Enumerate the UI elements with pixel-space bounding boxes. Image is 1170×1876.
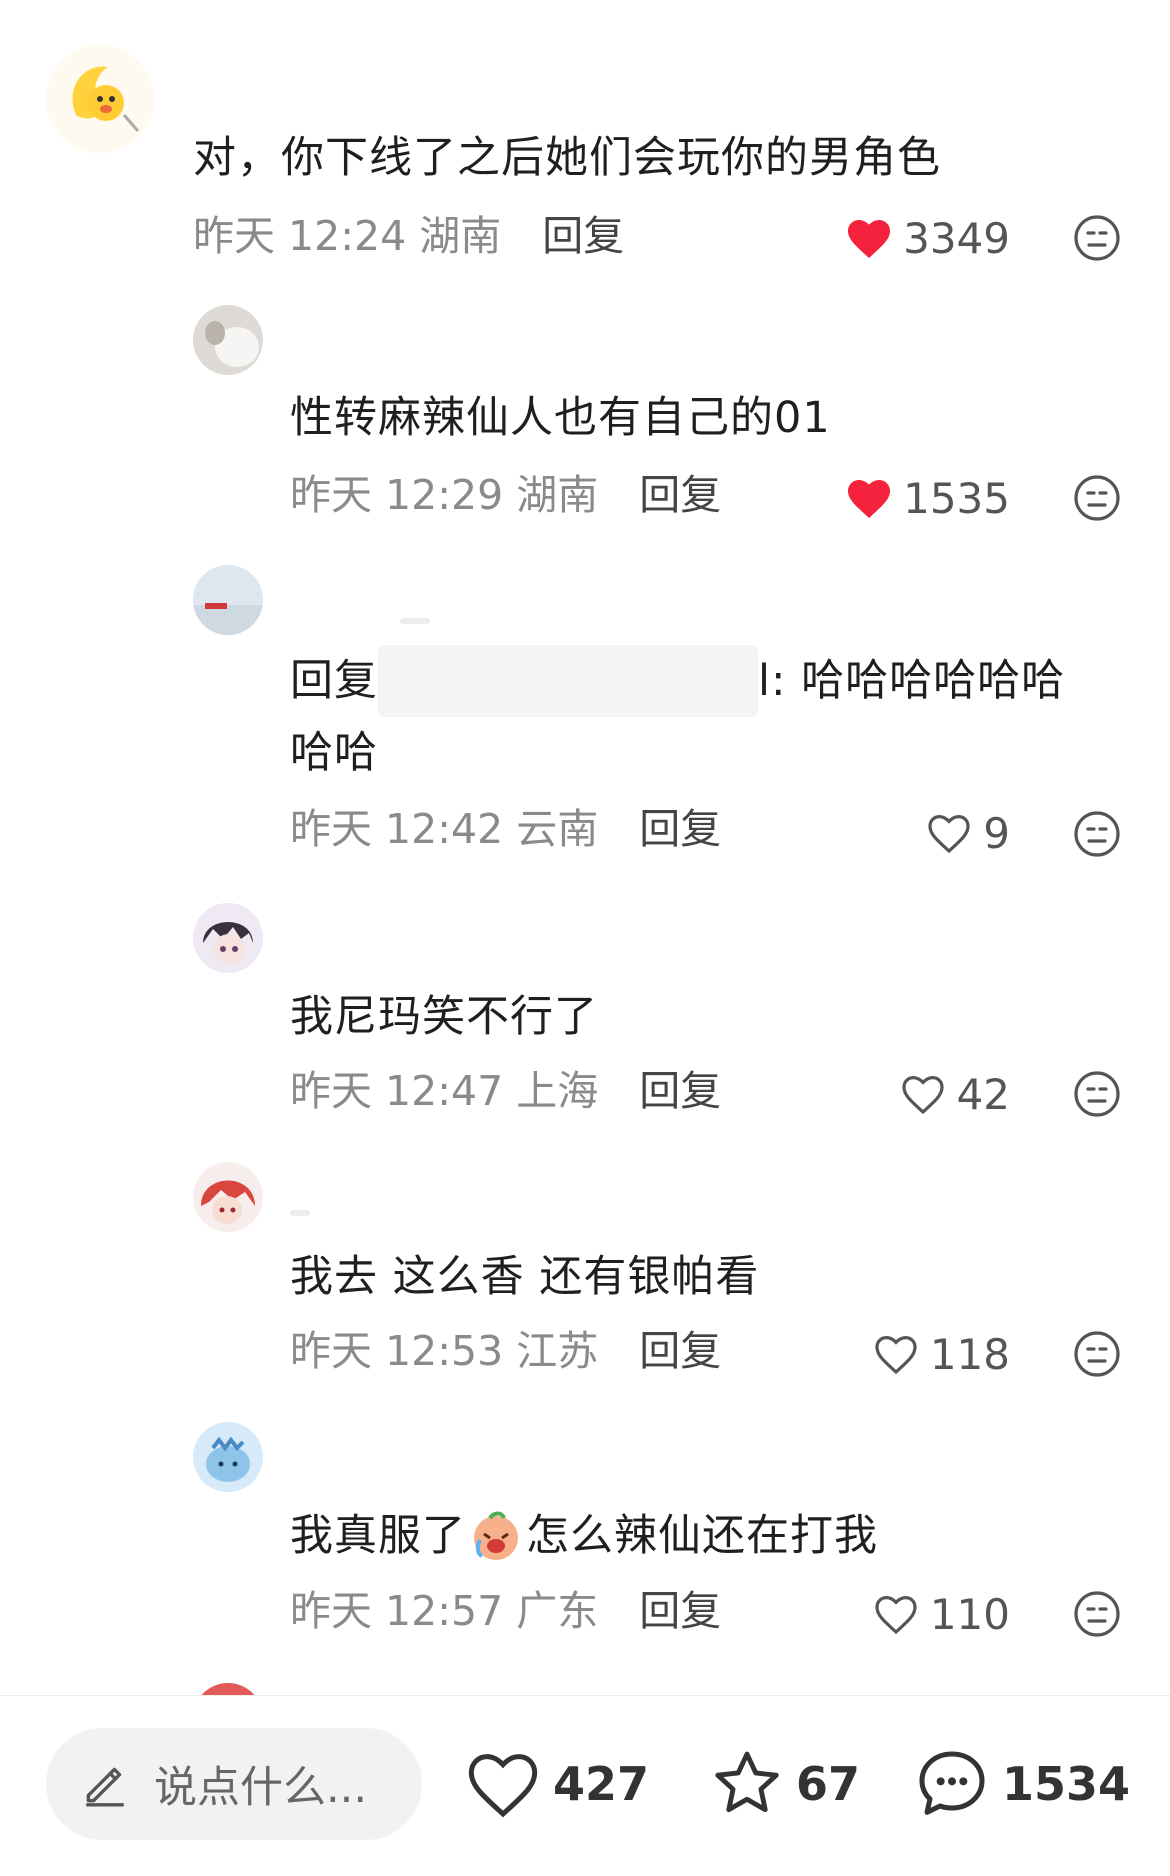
comment-count: 1534 (1002, 1757, 1131, 1811)
comment-location: 江苏 (516, 1327, 599, 1375)
comment-location: 云南 (516, 805, 599, 853)
dislike-face-icon[interactable] (1073, 810, 1121, 858)
like-button[interactable]: 118 (780, 1324, 1010, 1384)
comment-text: 性转麻辣仙人也有自己的01 (290, 393, 831, 443)
comment-time: 昨天 12:47 (290, 1067, 504, 1115)
like-count: 3349 (903, 213, 1010, 263)
comment-input[interactable]: 说点什么... (46, 1728, 422, 1840)
comment-meta: 昨天 12:57 广东 回复 (290, 1586, 721, 1636)
comment-time: 昨天 12:42 (290, 805, 504, 853)
favorite-button[interactable]: 67 (708, 1736, 860, 1832)
like-button[interactable]: 3349 (780, 208, 1010, 268)
heart-filled-icon (848, 480, 891, 518)
reply-button[interactable]: 回复 (639, 1587, 721, 1635)
comment-meta: 昨天 12:24 湖南 回复 (193, 211, 624, 261)
reply-button[interactable]: 回复 (639, 805, 721, 853)
like-count: 1535 (903, 473, 1010, 523)
like-count: 118 (929, 1329, 1010, 1379)
comment-meta: 昨天 12:53 江苏 回复 (290, 1326, 721, 1376)
username-redacted (290, 1210, 310, 1216)
favorite-count: 67 (796, 1757, 861, 1811)
comment-meta: 昨天 12:47 上海 回复 (290, 1066, 721, 1116)
comment-location: 湖南 (419, 212, 502, 260)
username-redacted (400, 618, 430, 624)
reply-button[interactable]: 回复 (639, 1067, 721, 1115)
comment-meta: 昨天 12:42 云南 回复 (290, 804, 721, 854)
reply-button[interactable]: 回复 (639, 1327, 721, 1375)
heart-outline-icon (875, 1595, 917, 1635)
reply-prefix: 回复 (290, 656, 378, 706)
star-outline-icon (715, 1751, 779, 1813)
comment-text: 回复 l: 哈哈哈哈哈哈 (290, 645, 1110, 717)
post-like-count: 427 (553, 1757, 650, 1811)
avatar[interactable] (46, 45, 154, 153)
reply-button[interactable]: 回复 (639, 471, 721, 519)
comment-text: 我尼玛笑不行了 (290, 992, 598, 1042)
avatar[interactable] (193, 1422, 263, 1492)
comment-time: 昨天 12:29 (290, 471, 504, 519)
like-button[interactable]: 110 (780, 1584, 1010, 1644)
dislike-face-icon[interactable] (1073, 1590, 1121, 1638)
comment-time: 昨天 12:24 (193, 212, 407, 260)
avatar[interactable] (193, 1162, 263, 1232)
heart-outline-icon (875, 1335, 917, 1375)
like-count: 110 (929, 1589, 1010, 1639)
like-button[interactable]: 1535 (780, 468, 1010, 528)
dislike-face-icon[interactable] (1073, 1330, 1121, 1378)
comment-text: 我真服了 怎么辣仙还在打我 (290, 1500, 878, 1572)
comment-meta: 昨天 12:29 湖南 回复 (290, 470, 721, 520)
comment-location: 广东 (516, 1587, 599, 1635)
crying-emoji-icon (474, 1511, 518, 1560)
heart-outline-icon (901, 1075, 944, 1115)
heart-filled-icon (848, 220, 891, 258)
heart-outline-icon (468, 1754, 538, 1818)
comment-text-line2: 哈哈 (290, 728, 378, 778)
bottom-action-bar: 说点什么... 427 67 1534 (0, 1695, 1170, 1876)
comment-location: 上海 (516, 1067, 599, 1115)
reply-button[interactable]: 回复 (542, 212, 624, 260)
comment-text-tail: l: 哈哈哈哈哈哈 (758, 656, 1066, 706)
comment-text-after: 怎么辣仙还在打我 (526, 1511, 878, 1561)
avatar[interactable] (193, 903, 263, 973)
dislike-face-icon[interactable] (1073, 1070, 1121, 1118)
dislike-face-icon[interactable] (1073, 474, 1121, 522)
comment-location: 湖南 (516, 471, 599, 519)
comment-text: 对，你下线了之后她们会玩你的男角色 (193, 133, 941, 183)
comment-time: 昨天 12:57 (290, 1587, 504, 1635)
chat-bubble-icon (919, 1751, 985, 1815)
comment-time: 昨天 12:53 (290, 1327, 504, 1375)
redacted-name (378, 645, 758, 717)
avatar[interactable] (193, 565, 263, 635)
like-button[interactable]: 9 (780, 803, 1010, 863)
comment-text-before: 我真服了 (290, 1511, 466, 1561)
like-post-button[interactable]: 427 (463, 1736, 649, 1832)
comment-input-placeholder: 说点什么... (154, 1763, 368, 1813)
comments-button[interactable]: 1534 (912, 1736, 1130, 1832)
like-button[interactable]: 42 (780, 1064, 1010, 1124)
comment-text: 我去 这么香 还有银帕看 (290, 1252, 760, 1302)
heart-outline-icon (928, 814, 970, 854)
dislike-face-icon[interactable] (1073, 214, 1121, 262)
like-count: 9 (983, 808, 1010, 858)
avatar[interactable] (193, 305, 263, 375)
like-count: 42 (956, 1069, 1010, 1119)
pencil-icon (86, 1767, 124, 1807)
